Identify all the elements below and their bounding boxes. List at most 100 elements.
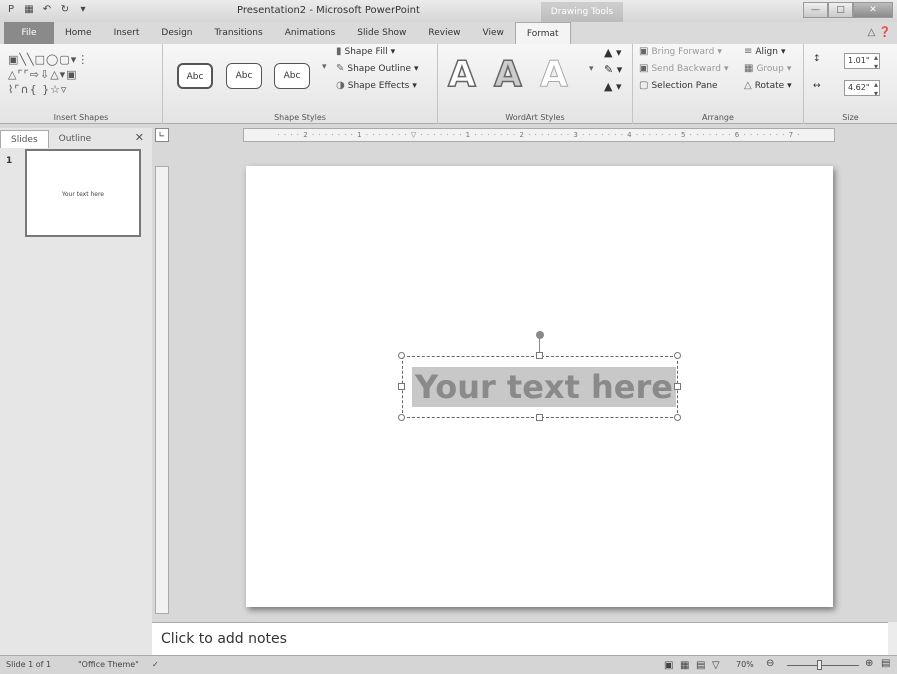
paint-bucket-icon: ▮ <box>336 46 342 57</box>
tab-transitions[interactable]: Transitions <box>203 22 273 44</box>
undo-icon[interactable]: ↶ <box>40 3 54 17</box>
send-backward-icon: ▣ <box>639 63 649 74</box>
vertical-ruler[interactable] <box>155 166 169 614</box>
shape-effects-button[interactable]: ◑ Shape Effects ▾ <box>336 80 417 91</box>
text-fill-icon[interactable]: ▲ ▾ <box>604 46 621 59</box>
spell-check-icon[interactable]: ✓ <box>152 660 159 669</box>
save-icon[interactable]: ▦ <box>22 3 36 17</box>
tab-animations[interactable]: Animations <box>274 22 347 44</box>
rotation-handle[interactable] <box>536 331 544 339</box>
powerpoint-app-icon[interactable]: P <box>4 3 18 17</box>
slide-sorter-icon[interactable]: ▦ <box>680 660 689 671</box>
selection-pane-button[interactable]: ▢ Selection Pane <box>639 80 718 91</box>
normal-view-icon[interactable]: ▣ <box>664 660 673 671</box>
resize-handle-top-right[interactable] <box>674 352 681 359</box>
selected-text-box[interactable]: Your text here <box>402 356 678 418</box>
tab-review[interactable]: Review <box>417 22 471 44</box>
resize-handle-top-left[interactable] <box>398 352 405 359</box>
text-box-content[interactable]: Your text here <box>412 367 676 407</box>
redo-icon[interactable]: ↻ <box>58 3 72 17</box>
resize-handle-top[interactable] <box>536 352 543 359</box>
fit-to-window-icon[interactable]: ▤ <box>881 658 890 669</box>
resize-handle-bottom-left[interactable] <box>398 414 405 421</box>
zoom-slider-track[interactable] <box>787 665 859 666</box>
zoom-out-icon[interactable]: ⊖ <box>766 658 774 669</box>
slide-number: 1 <box>6 156 13 166</box>
notes-scrollbar[interactable] <box>888 622 897 655</box>
ribbon: ▣╲╲□◯▢▾⋮ △⌜⌜⇨⇩△▾▣ ⌇⌜∩{ }☆▿ Insert Shapes… <box>0 44 897 124</box>
shape-fill-label: Shape Fill <box>344 46 388 57</box>
shape-effects-label: Shape Effects <box>347 80 410 91</box>
selection-pane-icon: ▢ <box>639 80 649 91</box>
bring-forward-button[interactable]: ▣ Bring Forward ▾ <box>639 46 722 57</box>
group-button[interactable]: ▦ Group ▾ <box>744 63 791 74</box>
shape-style-preset-3[interactable]: Abc <box>274 63 310 89</box>
slide-show-icon[interactable]: ▽ <box>712 660 720 671</box>
shape-style-preset-1[interactable]: Abc <box>177 63 213 89</box>
shape-styles-label: Shape Styles <box>274 113 326 122</box>
ribbon-tabs: File Home Insert Design Transitions Anim… <box>0 22 897 44</box>
reading-view-icon[interactable]: ▤ <box>696 660 705 671</box>
ruler-tab-selector[interactable]: ∟ <box>155 128 169 142</box>
arrange-group: ▣ Bring Forward ▾ ▣ Send Backward ▾ ▢ Selec… <box>633 44 804 124</box>
tab-format[interactable]: Format <box>514 22 571 44</box>
wordart-more-icon[interactable]: ▾ <box>589 64 594 74</box>
align-icon: ≡ <box>744 46 753 57</box>
text-outline-icon[interactable]: ✎ ▾ <box>604 63 622 76</box>
group-label: Group <box>756 63 784 74</box>
shape-height-icon: ↕ <box>813 54 821 64</box>
shape-width-icon: ↔ <box>813 81 821 91</box>
tab-file[interactable]: File <box>4 22 54 44</box>
close-button[interactable]: ✕ <box>853 2 893 18</box>
shape-styles-more-icon[interactable]: ▾ <box>322 62 327 72</box>
resize-handle-left[interactable] <box>398 383 405 390</box>
tab-home[interactable]: Home <box>54 22 103 44</box>
notes-placeholder: Click to add notes <box>161 631 287 647</box>
tab-slides[interactable]: Slides <box>0 130 49 148</box>
wordart-styles-label: WordArt Styles <box>505 113 565 122</box>
align-label: Align <box>755 46 778 57</box>
shape-outline-button[interactable]: ✎ Shape Outline ▾ <box>336 63 419 74</box>
tab-insert[interactable]: Insert <box>103 22 151 44</box>
tab-outline[interactable]: Outline <box>49 130 102 148</box>
send-backward-button[interactable]: ▣ Send Backward ▾ <box>639 63 729 74</box>
customize-qat-icon[interactable]: ▾ <box>76 3 90 17</box>
zoom-in-icon[interactable]: ⊕ <box>865 658 873 669</box>
shape-height-spinner[interactable]: ▴ ▾ <box>874 53 878 71</box>
tab-design[interactable]: Design <box>150 22 203 44</box>
notes-pane[interactable]: Click to add notes <box>152 622 888 655</box>
wordart-style-1[interactable]: A <box>447 53 476 96</box>
title-bar: P ▦ ↶ ↻ ▾ Presentation2 - Microsoft Powe… <box>0 0 897 22</box>
theme-name[interactable]: "Office Theme" <box>78 660 139 669</box>
close-panel-icon[interactable]: ✕ <box>135 131 144 144</box>
slide-thumbnail[interactable]: Your text here <box>25 149 141 237</box>
resize-handle-bottom-right[interactable] <box>674 414 681 421</box>
send-backward-label: Send Backward <box>651 63 721 74</box>
tab-view[interactable]: View <box>472 22 515 44</box>
tab-slide-show[interactable]: Slide Show <box>346 22 417 44</box>
shape-fill-button[interactable]: ▮ Shape Fill ▾ <box>336 46 395 57</box>
slides-panel: Slides Outline ✕ 1 Your text here <box>0 128 152 655</box>
shape-outline-label: Shape Outline <box>347 63 411 74</box>
maximize-button[interactable]: □ <box>828 2 853 18</box>
shape-styles-group: Abc Abc Abc ▾ ▮ Shape Fill ▾ ✎ Shape Outli… <box>163 44 438 124</box>
wordart-style-2[interactable]: A <box>493 53 522 96</box>
zoom-slider-thumb[interactable] <box>817 660 822 670</box>
horizontal-ruler[interactable]: · · · · 2 · · · · · · · 1 · · · · · · · … <box>243 128 835 142</box>
rotate-button[interactable]: △ Rotate ▾ <box>744 80 792 91</box>
quick-access-toolbar: P ▦ ↶ ↻ ▾ <box>4 3 90 17</box>
wordart-style-3[interactable]: A <box>540 54 569 96</box>
insert-shapes-group: ▣╲╲□◯▢▾⋮ △⌜⌜⇨⇩△▾▣ ⌇⌜∩{ }☆▿ Insert Shapes <box>0 44 163 124</box>
text-effects-icon[interactable]: ▲ ▾ <box>604 80 621 93</box>
window-title: Presentation2 - Microsoft PowerPoint <box>237 5 420 16</box>
shape-width-spinner[interactable]: ▴ ▾ <box>874 80 878 98</box>
help-icon[interactable]: △ ❓ <box>868 27 891 38</box>
shapes-gallery[interactable]: ▣╲╲□◯▢▾⋮ △⌜⌜⇨⇩△▾▣ ⌇⌜∩{ }☆▿ <box>8 52 89 97</box>
resize-handle-right[interactable] <box>674 383 681 390</box>
zoom-level[interactable]: 70% <box>736 660 754 669</box>
resize-handle-bottom[interactable] <box>536 414 543 421</box>
shape-style-preset-2[interactable]: Abc <box>226 63 262 89</box>
minimize-button[interactable]: — <box>803 2 828 18</box>
wordart-styles-group: A A A ▾ ▲ ▾ ✎ ▾ ▲ ▾ WordArt Styles <box>438 44 633 124</box>
align-button[interactable]: ≡ Align ▾ <box>744 46 786 57</box>
